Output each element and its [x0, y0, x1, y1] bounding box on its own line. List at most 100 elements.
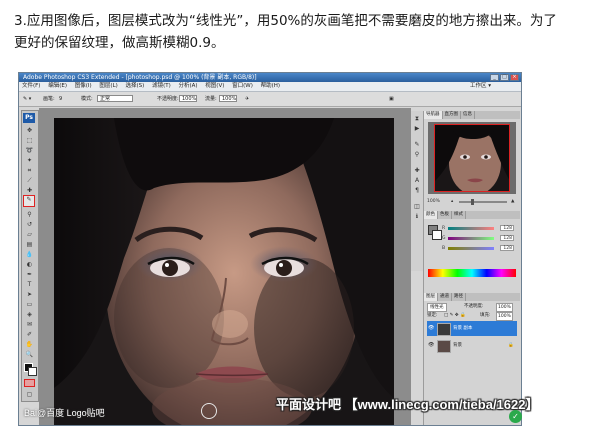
minimize-button[interactable]: _: [490, 74, 499, 81]
slider-value-b[interactable]: 128: [500, 245, 514, 251]
layer-row-background[interactable]: 👁 背景 🔒: [427, 338, 517, 353]
visibility-eye-icon[interactable]: 👁: [428, 325, 434, 331]
character-panel-icon[interactable]: A: [412, 177, 422, 185]
menu-image[interactable]: 图像(I): [72, 82, 95, 91]
clone-source-panel-icon[interactable]: ⚲: [412, 151, 422, 159]
brushes-panel-icon[interactable]: ✎: [412, 141, 422, 149]
zoom-tool-icon[interactable]: 🔍: [24, 351, 35, 359]
close-button[interactable]: ×: [510, 74, 519, 81]
crop-tool-icon[interactable]: ⌗: [24, 167, 35, 175]
tab-navigator[interactable]: 导航器: [424, 111, 443, 119]
navigator-view-box[interactable]: [434, 124, 510, 192]
history-brush-icon[interactable]: ↺: [24, 221, 35, 229]
maximize-button[interactable]: □: [500, 74, 509, 81]
tab-info[interactable]: 信息: [461, 111, 475, 119]
hand-tool-icon[interactable]: ✋: [24, 341, 35, 349]
zoom-value[interactable]: 100%: [427, 199, 440, 204]
3d-tool-icon[interactable]: ◈: [24, 311, 35, 319]
layer-comps-panel-icon[interactable]: ◫: [412, 203, 422, 211]
flow-input[interactable]: 100%: [219, 95, 237, 102]
menu-layer[interactable]: 图层(L): [96, 82, 120, 91]
brush-tool-icon[interactable]: ✎ ▾: [23, 95, 31, 103]
slice-tool-icon[interactable]: ⟋: [24, 177, 35, 185]
move-tool-icon[interactable]: ✥: [24, 127, 35, 135]
canvas-area[interactable]: [39, 108, 411, 425]
layer-opacity-input[interactable]: 100%: [496, 303, 513, 312]
menu-window[interactable]: 窗口(W): [229, 82, 256, 91]
stamp-tool-icon[interactable]: ⚲: [24, 211, 35, 219]
gradient-tool-icon[interactable]: ▤: [24, 241, 35, 249]
mode-select[interactable]: 正常: [97, 95, 133, 102]
tab-channels[interactable]: 通道: [438, 293, 452, 301]
fill-input[interactable]: 100%: [496, 312, 513, 321]
tab-paths[interactable]: 路径: [452, 293, 466, 301]
color-panel: 颜色 色板 样式 R 128 G 128 B 128: [424, 211, 520, 293]
blur-tool-icon[interactable]: 💧: [24, 251, 35, 259]
tab-layers[interactable]: 图层: [424, 293, 438, 301]
layer-thumbnail: [437, 323, 451, 336]
opacity-input[interactable]: 100%: [179, 95, 197, 102]
airbrush-icon[interactable]: ✈: [245, 95, 249, 103]
eraser-tool-icon[interactable]: ▱: [24, 231, 35, 239]
slider-bar-r[interactable]: [448, 227, 494, 230]
tool-presets-panel-icon[interactable]: ✚: [412, 167, 422, 175]
marquee-tool-icon[interactable]: ⬚: [24, 137, 35, 145]
dodge-tool-icon[interactable]: ◐: [24, 261, 35, 269]
history-panel-icon[interactable]: ⧗: [412, 115, 422, 123]
menu-select[interactable]: 选择(S): [123, 82, 148, 91]
notes-tool-icon[interactable]: ✉: [24, 321, 35, 329]
slider-bar-b[interactable]: [448, 247, 494, 250]
brush-size[interactable]: 9: [59, 95, 62, 103]
layer-row-background-copy[interactable]: 👁 背景 副本: [427, 321, 517, 336]
path-select-icon[interactable]: ➤: [24, 291, 35, 299]
zoom-slider[interactable]: [459, 199, 507, 205]
options-bar: ✎ ▾ 画笔: 9 模式: 正常 不透明度: 100% 流量: 100% ✈ ▣: [19, 92, 521, 107]
portrait-image: [54, 118, 394, 425]
lock-icons[interactable]: □ ✎ ✥ 🔒: [444, 312, 466, 319]
background-color-swatch[interactable]: [28, 367, 37, 376]
menu-file[interactable]: 文件(F): [19, 82, 43, 91]
tab-color[interactable]: 颜色: [424, 211, 438, 219]
magic-wand-icon[interactable]: ✦: [24, 157, 35, 165]
tab-styles[interactable]: 样式: [452, 211, 466, 219]
eyedropper-tool-icon[interactable]: ✐: [24, 331, 35, 339]
color-bg-swatch[interactable]: [432, 230, 442, 240]
slider-value-g[interactable]: 128: [500, 235, 514, 241]
quick-mask-button[interactable]: [24, 379, 35, 387]
screen-mode-icon[interactable]: ▢: [24, 391, 35, 399]
type-tool-icon[interactable]: T: [24, 281, 35, 289]
tab-swatches[interactable]: 色板: [438, 211, 452, 219]
healing-tool-icon[interactable]: ✚: [24, 187, 35, 195]
blend-mode-select[interactable]: 线性光: [427, 303, 447, 312]
brush-tool-icon-active[interactable]: ✎: [23, 195, 35, 207]
baidu-tieba-logo: Bai@百度 Logo贴吧: [24, 408, 105, 418]
actions-panel-icon[interactable]: ▶: [412, 125, 422, 133]
color-ramp[interactable]: [428, 269, 516, 277]
tutorial-line-1: 3.应用图像后，图层模式改为“线性光”，用50%的灰画笔把不需要磨皮的地方擦出来…: [14, 13, 557, 29]
window-title: Adobe Photoshop CS3 Extended - [photosho…: [23, 74, 257, 81]
menu-filter[interactable]: 滤镜(T): [149, 82, 174, 91]
panel-well-icon[interactable]: ▣: [389, 95, 394, 103]
paragraph-panel-icon[interactable]: ¶: [412, 187, 422, 195]
portrait-photo[interactable]: [54, 118, 394, 425]
pen-tool-icon[interactable]: ✒: [24, 271, 35, 279]
menu-edit[interactable]: 编辑(E): [45, 82, 70, 91]
workspace-menu[interactable]: 工作区 ▾: [470, 82, 491, 91]
visibility-eye-icon[interactable]: 👁: [428, 342, 434, 348]
zoom-out-icon[interactable]: ▴: [451, 198, 453, 206]
slider-value-r[interactable]: 128: [500, 225, 514, 231]
layer-thumbnail: [437, 340, 451, 353]
slider-row-b: B 128: [442, 245, 518, 252]
slider-bar-g[interactable]: [448, 237, 494, 240]
tab-histogram[interactable]: 直方图: [443, 111, 461, 119]
shape-tool-icon[interactable]: ▭: [24, 301, 35, 309]
zoom-slider-knob[interactable]: [471, 199, 474, 205]
navigator-preview[interactable]: [428, 122, 516, 194]
menu-view[interactable]: 视图(V): [202, 82, 227, 91]
mode-label: 模式:: [81, 96, 93, 102]
zoom-in-icon[interactable]: ▲: [511, 198, 514, 206]
menu-help[interactable]: 帮助(H): [258, 82, 283, 91]
menu-analysis[interactable]: 分析(A): [175, 82, 200, 91]
lasso-tool-icon[interactable]: ➰: [24, 147, 35, 155]
info-panel-icon[interactable]: ℹ: [412, 213, 422, 221]
